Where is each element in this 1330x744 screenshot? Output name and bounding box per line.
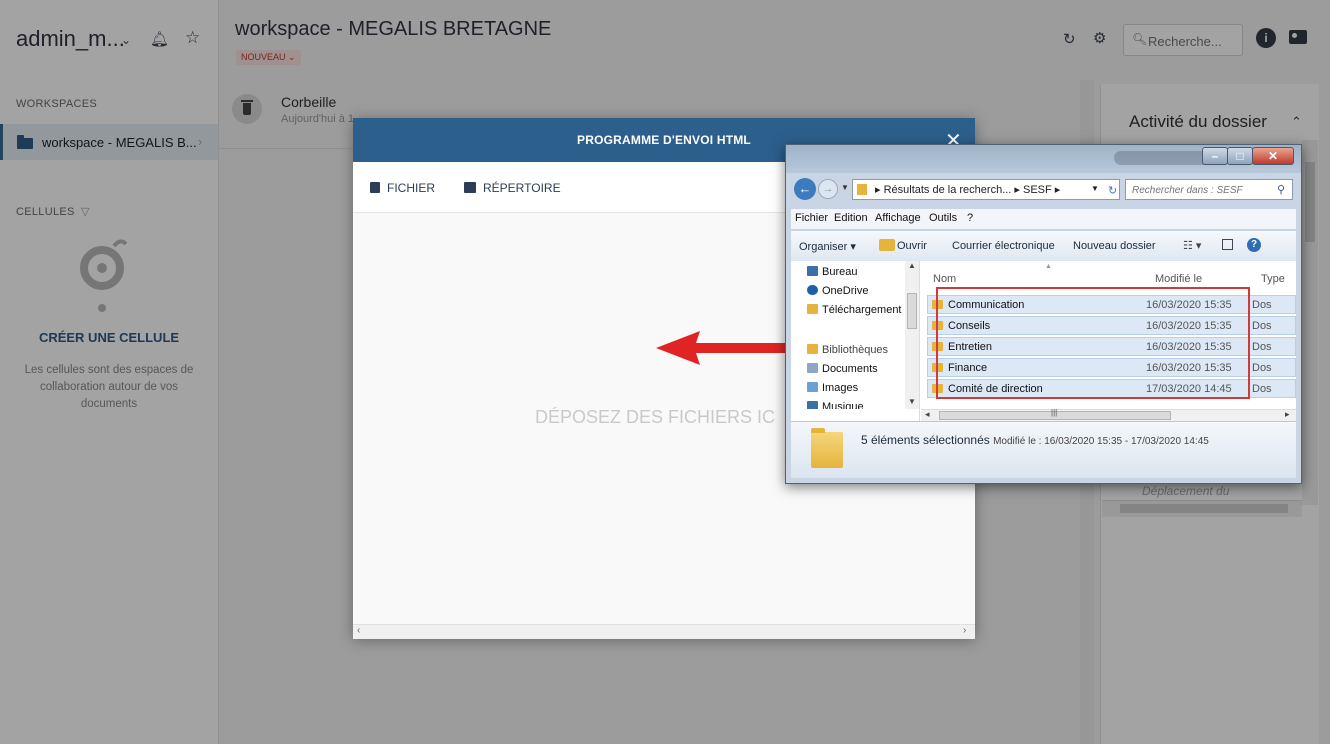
- open-icon: [879, 239, 895, 251]
- scroll-right-icon[interactable]: ▸: [1285, 409, 1290, 420]
- nav-scrollbar[interactable]: ▲ ▼: [905, 261, 919, 409]
- row-type: Dossier: [1252, 341, 1272, 353]
- documents-icon: [807, 363, 818, 373]
- desktop-icon: [807, 266, 818, 276]
- add-file-button[interactable]: FICHIER: [370, 181, 435, 195]
- explorer-titlebar[interactable]: – □ ✕: [786, 145, 1301, 173]
- menu-fichier[interactable]: Fichier: [795, 212, 828, 224]
- selection-modified: Modifié le : 16/03/2020 15:35 - 17/03/20…: [993, 436, 1209, 447]
- address-bar-row: ← → ▼ ▸ Résultats de la recherch... ▸ SE…: [786, 173, 1301, 207]
- sort-arrow-icon: ▲: [1045, 263, 1052, 270]
- email-button[interactable]: Courrier électronique: [952, 240, 1055, 252]
- nav-item-label: Musique: [822, 401, 864, 409]
- add-file-label: FICHIER: [387, 181, 435, 195]
- selection-highlight: [936, 287, 1250, 399]
- images-icon: [807, 382, 818, 392]
- drop-zone-text: DÉPOSEZ DES FICHIERS IC: [535, 407, 776, 427]
- address-dropdown-icon[interactable]: ▼: [1091, 184, 1099, 193]
- menu-edition[interactable]: Edition: [834, 212, 868, 224]
- explorer-menubar: Fichier Edition Affichage Outils ?: [791, 209, 1296, 229]
- scroll-right-icon[interactable]: ›: [963, 625, 966, 636]
- add-folder-label: RÉPERTOIRE: [483, 181, 561, 195]
- search-icon: ⚲: [1277, 184, 1286, 196]
- nav-item-bureau[interactable]: Bureau: [807, 266, 857, 278]
- cloud-icon: [807, 285, 818, 295]
- maximize-button[interactable]: □: [1227, 147, 1253, 165]
- nav-item-downloads[interactable]: Téléchargement: [807, 304, 902, 316]
- nav-item-onedrive[interactable]: OneDrive: [807, 285, 868, 297]
- history-dropdown-icon[interactable]: ▼: [841, 183, 849, 192]
- nav-item-label: OneDrive: [822, 285, 869, 297]
- selection-count: 5 éléments sélectionnés: [861, 433, 990, 447]
- menu-outils[interactable]: Outils: [929, 212, 957, 224]
- address-bar[interactable]: ▸ Résultats de la recherch... ▸ SESF ▸ ▼: [852, 179, 1120, 200]
- row-type: Dossier: [1252, 383, 1272, 395]
- help-icon[interactable]: ?: [1247, 238, 1261, 252]
- nav-item-label: Téléchargement: [822, 304, 902, 316]
- scroll-thumb[interactable]: [907, 293, 917, 329]
- scroll-grip-icon: |||: [1051, 408, 1058, 417]
- nav-item-label: Bibliothèques: [822, 344, 889, 356]
- folder-plus-icon: [464, 182, 476, 193]
- selection-summary: 5 éléments sélectionnés Modifié le : 16/…: [861, 433, 1209, 447]
- library-icon: [807, 344, 818, 354]
- minimize-button[interactable]: –: [1202, 147, 1228, 165]
- download-folder-icon: [807, 304, 818, 314]
- refresh-icon[interactable]: ↻: [1108, 184, 1120, 197]
- menu-affichage[interactable]: Affichage: [875, 212, 921, 224]
- forward-button[interactable]: →: [818, 179, 838, 199]
- organize-label: Organiser: [799, 241, 848, 253]
- file-icon: [370, 182, 380, 193]
- row-type: Dossier: [1252, 362, 1272, 374]
- nav-item-libraries[interactable]: Bibliothèques: [807, 344, 888, 356]
- scroll-down-icon[interactable]: ▼: [908, 397, 916, 406]
- scroll-left-icon[interactable]: ‹: [357, 625, 360, 636]
- row-type: Dossier: [1252, 299, 1272, 311]
- nav-item-label: Documents: [822, 363, 878, 375]
- nav-item-images[interactable]: Images: [807, 382, 858, 394]
- address-path: ▸ Résultats de la recherch... ▸ SESF ▸: [875, 184, 1061, 196]
- add-folder-button[interactable]: RÉPERTOIRE: [464, 181, 561, 195]
- folder-icon: [811, 428, 843, 468]
- scroll-up-icon[interactable]: ▲: [908, 261, 916, 270]
- close-window-button[interactable]: ✕: [1252, 147, 1294, 165]
- nav-item-documents[interactable]: Documents: [807, 363, 878, 375]
- open-button[interactable]: Ouvrir: [897, 240, 927, 252]
- preview-pane-icon[interactable]: [1222, 239, 1233, 250]
- back-button[interactable]: ←: [794, 178, 816, 200]
- nav-item-label: Bureau: [822, 266, 858, 278]
- menu-help[interactable]: ?: [967, 212, 973, 224]
- scroll-left-icon[interactable]: ◂: [925, 409, 930, 420]
- nav-item-label: Images: [822, 382, 859, 394]
- column-header-modified[interactable]: Modifié le: [1155, 273, 1202, 285]
- row-type: Dossier: [1252, 320, 1272, 332]
- dialog-hscrollbar[interactable]: ‹ ›: [353, 624, 975, 639]
- music-icon: [807, 401, 818, 409]
- navigation-pane: Bureau OneDrive Téléchargement Bibliothè…: [791, 261, 920, 421]
- explorer-command-bar: Organiser ▾ Ouvrir Courrier électronique…: [791, 231, 1296, 262]
- folder-icon: [857, 184, 867, 195]
- explorer-search-input[interactable]: [1130, 182, 1274, 199]
- new-folder-button[interactable]: Nouveau dossier: [1073, 240, 1156, 252]
- column-header-type[interactable]: Type: [1261, 273, 1296, 285]
- explorer-search-box[interactable]: ⚲: [1125, 179, 1293, 200]
- details-pane: 5 éléments sélectionnés Modifié le : 16/…: [791, 421, 1296, 478]
- view-options-icon[interactable]: ☷ ▾: [1183, 239, 1201, 252]
- column-header-name[interactable]: Nom: [933, 273, 956, 285]
- organize-button[interactable]: Organiser ▾: [799, 240, 856, 253]
- nav-item-music[interactable]: Musique: [807, 401, 864, 409]
